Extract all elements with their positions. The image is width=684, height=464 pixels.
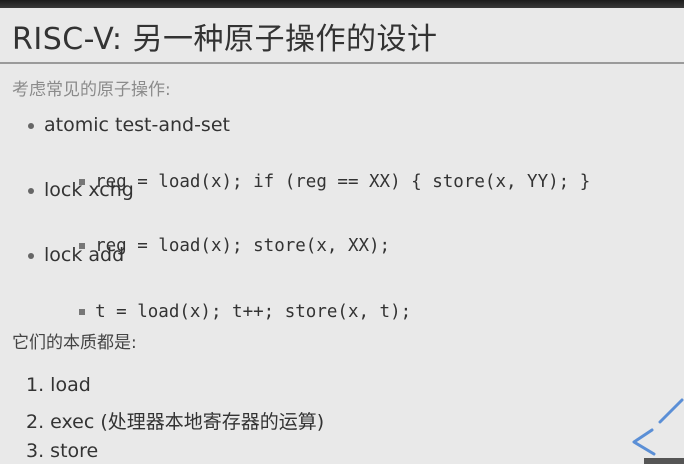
top-bar (0, 0, 684, 8)
slide-title: RISC-V: 另一种原子操作的设计 (12, 22, 438, 57)
bullet-item: lock xchg (28, 179, 134, 201)
code-line: t = load(x); t++; store(x, t); (58, 282, 411, 322)
bullet-item: atomic test-and-set (28, 114, 230, 136)
code-text: reg = load(x); store(x, XX); (95, 236, 391, 256)
bullet-dot-icon (28, 122, 34, 129)
bullet-label: lock xchg (44, 179, 134, 201)
code-text: t = load(x); t++; store(x, t); (95, 302, 412, 322)
bullet-label: lock add (44, 244, 125, 266)
intro-text: 考虑常见的原子操作: (12, 80, 171, 100)
code-text: reg = load(x); if (reg == XX) { store(x,… (95, 172, 591, 192)
bullet-item: lock add (28, 244, 124, 266)
title-divider (0, 62, 684, 64)
previous-slide-icon[interactable] (624, 394, 684, 464)
step-item: 1. load (26, 374, 91, 396)
bullet-dot-icon (28, 187, 34, 194)
step-item: 3. store (26, 440, 99, 462)
bullet-label: atomic test-and-set (44, 114, 230, 136)
square-bullet-icon (79, 309, 86, 315)
step-item: 2. exec (处理器本地寄存器的运算) (26, 411, 325, 433)
code-line: reg = load(x); if (reg == XX) { store(x,… (58, 152, 590, 192)
essence-heading: 它们的本质都是: (12, 333, 137, 353)
bullet-dot-icon (28, 252, 34, 259)
